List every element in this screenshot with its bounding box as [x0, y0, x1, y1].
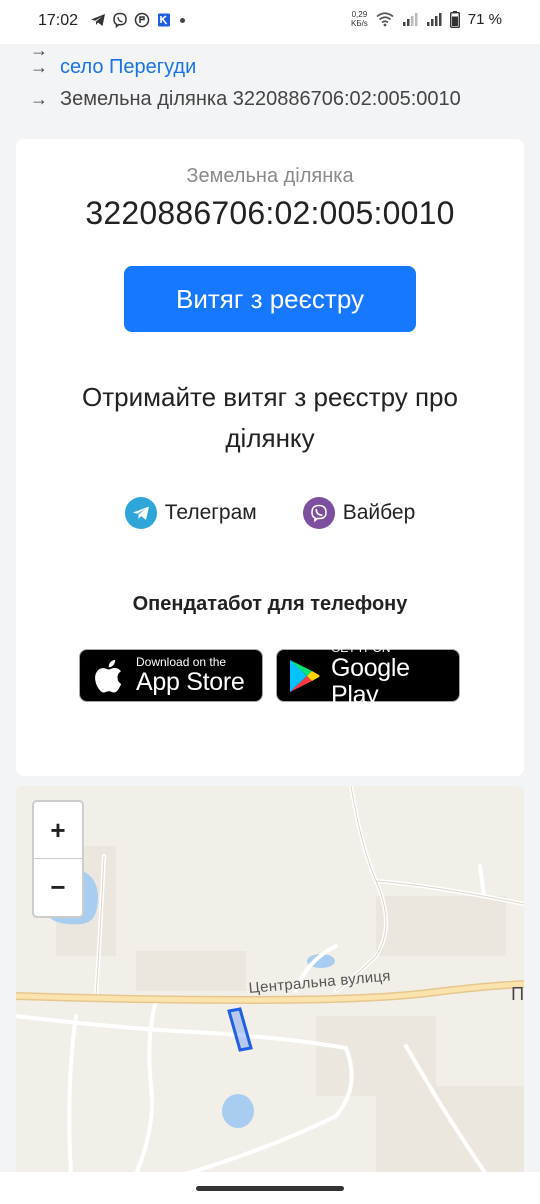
signal-icon-2	[426, 13, 442, 26]
store-badges: Download on the App Store GET IT ON Goog…	[79, 642, 460, 709]
gmail-icon	[134, 12, 150, 28]
parcel-map[interactable]: + − Центральна вулиця П	[16, 786, 524, 1174]
status-time: 17:02	[38, 12, 79, 29]
telegram-icon	[124, 497, 157, 529]
breadcrumb-item-parcel: → Земельна ділянка 3220886706:02:005:001…	[30, 88, 461, 111]
breadcrumb-link-village[interactable]: село Перегуди	[60, 56, 196, 79]
map-edge-label: П	[511, 984, 524, 1004]
parcel-subtitle: Земельна ділянка	[186, 165, 354, 187]
telegram-icon	[91, 14, 105, 26]
google-play-icon	[277, 658, 331, 694]
breadcrumb-item-village[interactable]: → село Перегуди	[30, 56, 196, 79]
signal-icon	[402, 13, 418, 26]
apple-icon	[80, 658, 136, 694]
breadcrumb-current: Земельна ділянка 3220886706:02:005:0010	[60, 88, 461, 110]
parcel-outline[interactable]	[227, 1007, 253, 1052]
registry-extract-button[interactable]: Витяг з реєстру	[124, 266, 416, 332]
viber-icon	[113, 12, 127, 28]
parcel-cadastral-number: 3220886706:02:005:0010	[85, 195, 455, 231]
viber-link[interactable]: Вайбер	[302, 497, 416, 529]
battery-icon	[449, 10, 460, 28]
telegram-link[interactable]: Телеграм	[124, 497, 257, 529]
viber-label: Вайбер	[342, 501, 416, 524]
arrow-right-icon: →	[30, 57, 48, 77]
mobile-apps-title: Опендатабот для телефону	[132, 593, 408, 615]
notification-icons	[90, 12, 185, 28]
promo-text: Отримайте витяг з реєстру про ділянку	[82, 382, 458, 453]
google-play-badge[interactable]: GET IT ON Google Play	[276, 642, 460, 709]
app-store-big-text: App Store	[136, 667, 245, 696]
messenger-links: Телеграм Вайбер	[16, 497, 524, 529]
map-zoom-control: + −	[32, 800, 84, 918]
status-bar: 17:02 0,29 KБ/s 71 %	[0, 0, 540, 44]
more-notifications-icon	[180, 17, 185, 23]
app-store-badge[interactable]: Download on the App Store	[79, 649, 263, 702]
google-play-big-text: Google Play	[330, 654, 410, 709]
battery-level: 71 %	[467, 10, 502, 28]
zoom-in-button[interactable]: +	[34, 802, 82, 859]
arrow-right-icon: →	[30, 89, 48, 109]
home-gesture-handle[interactable]	[196, 1186, 344, 1191]
parcel-card: Земельна ділянка 3220886706:02:005:0010 …	[16, 139, 524, 776]
app-store-small-text: Download on the	[136, 654, 227, 669]
viber-icon	[302, 497, 335, 529]
shield-icon	[158, 13, 170, 27]
telegram-label: Телеграм	[164, 501, 257, 524]
system-indicators: 0,29 KБ/s 71 %	[351, 10, 502, 28]
navigation-bar	[0, 1172, 540, 1204]
zoom-out-button[interactable]: −	[34, 859, 82, 916]
network-speed: 0,29 KБ/s	[350, 10, 368, 28]
wifi-icon	[376, 12, 394, 27]
